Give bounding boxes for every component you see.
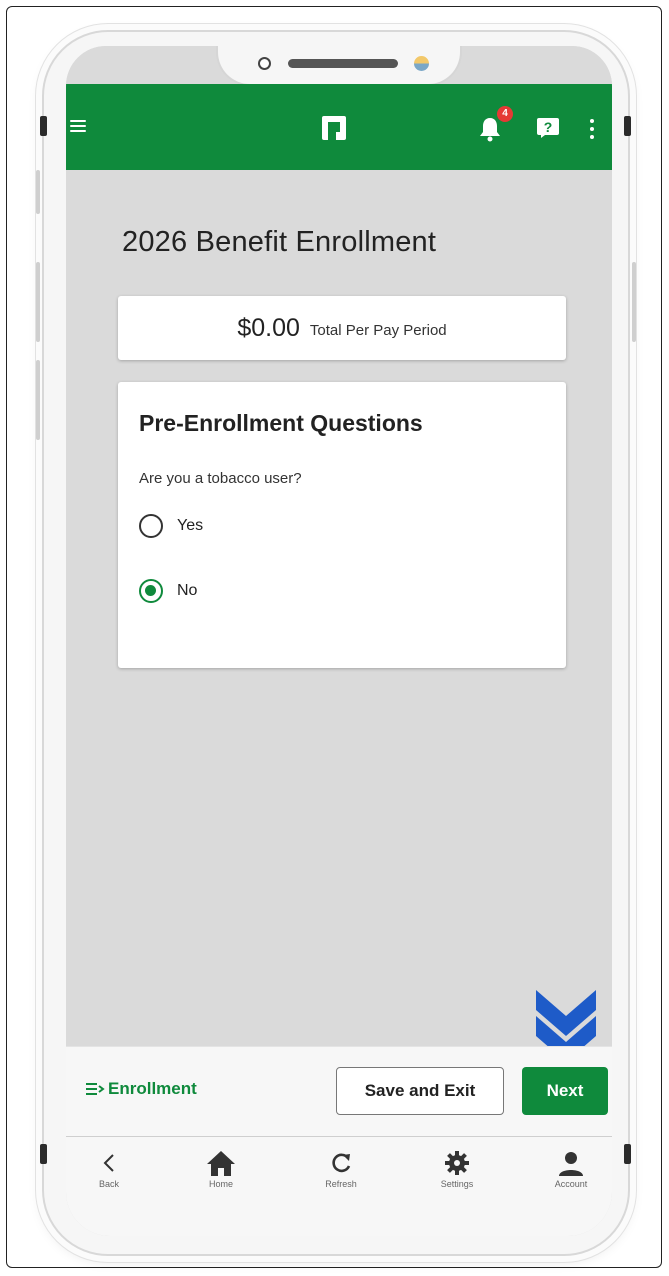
phone-screen: 4 ? 2026 Benefit Enrollment $0.00 Total … (66, 46, 612, 1236)
total-label: Total Per Pay Period (309, 321, 447, 339)
phone-volume-down (36, 360, 40, 440)
question-text: Are you a tobacco user? (139, 470, 302, 487)
camera-icon (258, 57, 271, 70)
speaker-grille (288, 59, 398, 68)
enrollment-footer: Enrollment Save and Exit Next (66, 1046, 612, 1136)
radio-yes[interactable] (139, 514, 163, 538)
nav-home[interactable]: Home (186, 1149, 256, 1189)
total-amount: $0.00 (237, 313, 300, 342)
nav-label: Account (554, 1179, 588, 1189)
enrollment-link[interactable]: Enrollment (86, 1079, 197, 1099)
notification-badge: 4 (497, 106, 513, 122)
next-button[interactable]: Next (522, 1067, 608, 1115)
option-label: Yes (177, 517, 204, 534)
home-icon (207, 1151, 235, 1176)
radio-no[interactable] (139, 579, 163, 603)
sensor-icon (414, 56, 429, 71)
nav-account[interactable]: Account (536, 1149, 606, 1189)
help-icon[interactable]: ? (537, 118, 559, 138)
nav-refresh[interactable]: Refresh (306, 1149, 376, 1189)
nav-label: Back (98, 1179, 119, 1189)
app-header: 4 ? (66, 84, 612, 170)
app-logo[interactable] (322, 116, 346, 140)
nav-label: Home (208, 1179, 233, 1189)
option-label: No (177, 582, 198, 599)
phone-power-button (632, 262, 636, 342)
bell-icon[interactable] (478, 116, 502, 142)
enrollment-link-label: Enrollment (108, 1079, 197, 1098)
enrollment-list-icon (86, 1083, 105, 1095)
pre-enrollment-card: Pre-Enrollment Questions Are you a tobac… (118, 382, 566, 668)
status-area (66, 46, 612, 86)
more-options-icon[interactable] (590, 119, 594, 139)
edge-mark (624, 1144, 631, 1164)
card-title: Pre-Enrollment Questions (139, 410, 423, 436)
back-icon (103, 1154, 114, 1172)
menu-icon[interactable] (70, 120, 86, 132)
nav-back[interactable]: Back (74, 1149, 144, 1189)
option-no[interactable]: No (139, 579, 197, 603)
phone-notch (216, 46, 462, 86)
nav-label: Refresh (325, 1179, 357, 1189)
option-yes[interactable]: Yes (139, 514, 203, 538)
refresh-icon (332, 1153, 351, 1173)
edge-mark (40, 116, 47, 136)
bottom-nav: Back Home Refresh Settings Account (66, 1136, 612, 1236)
edge-mark (40, 1144, 47, 1164)
main-content: 2026 Benefit Enrollment $0.00 Total Per … (66, 170, 612, 1046)
edge-mark (624, 116, 631, 136)
phone-volume-up (36, 262, 40, 342)
svg-text:?: ? (544, 119, 553, 135)
total-card: $0.00 Total Per Pay Period (118, 296, 566, 360)
nav-settings[interactable]: Settings (422, 1149, 492, 1189)
save-and-exit-button[interactable]: Save and Exit (336, 1067, 504, 1115)
gear-icon (445, 1151, 469, 1175)
account-icon (559, 1152, 583, 1176)
nav-label: Settings (440, 1179, 474, 1189)
phone-side-button (36, 170, 40, 214)
page-title: 2026 Benefit Enrollment (122, 226, 437, 258)
